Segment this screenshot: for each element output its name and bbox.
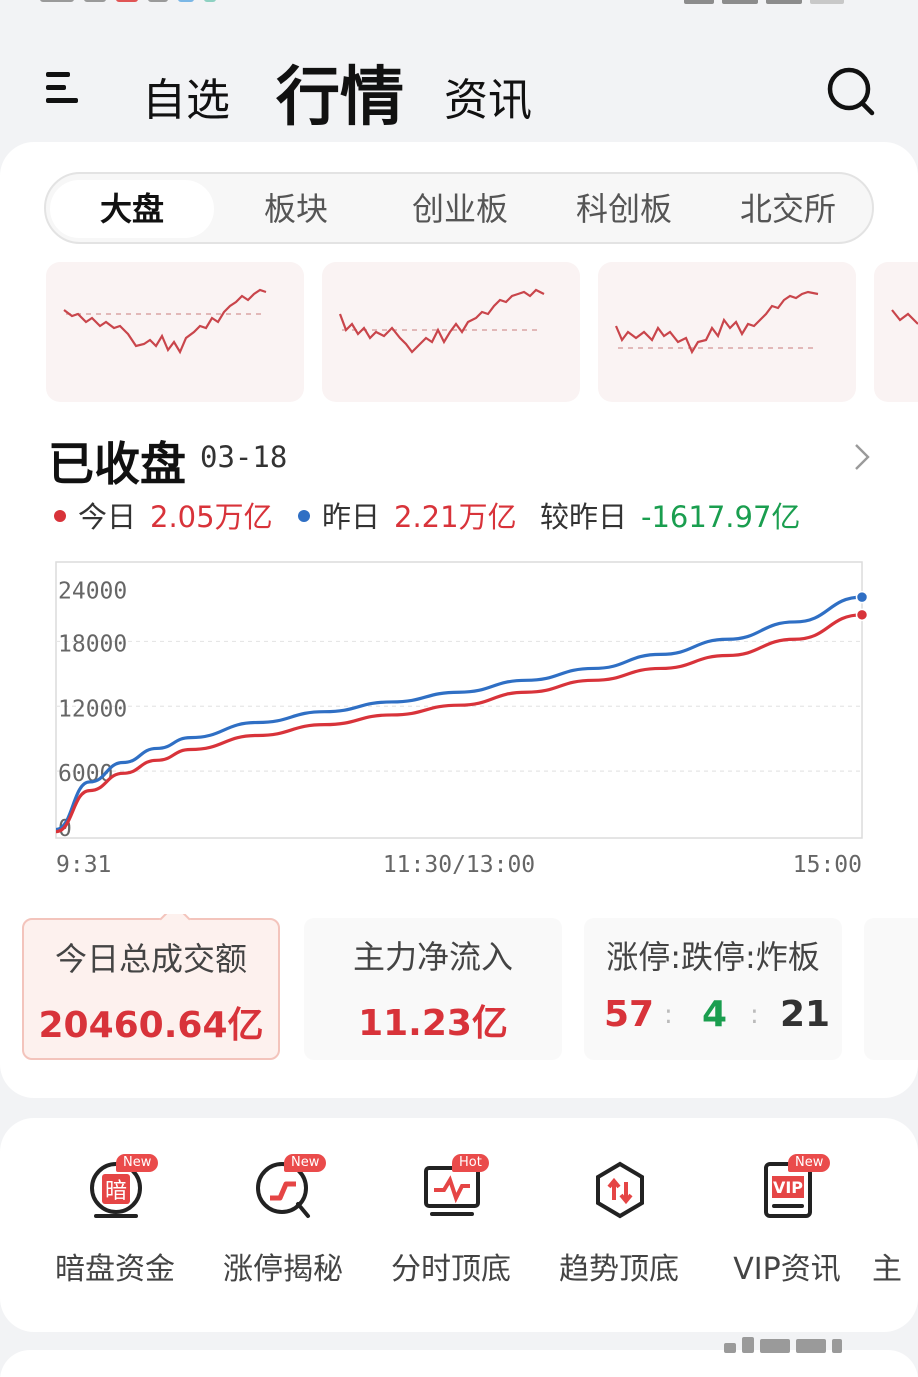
series-end-dot (855, 590, 869, 604)
broken-count: 21 (780, 994, 831, 1035)
nav-tab-market[interactable]: 行情 (276, 46, 404, 138)
tool-intraday[interactable]: Hot 分时顶底 (366, 1154, 536, 1308)
diff-value: -1617.97亿 (641, 500, 801, 534)
tool-badge: Hot (452, 1154, 489, 1172)
index-minicharts (0, 262, 918, 404)
mini-chart-line (891, 309, 918, 325)
tool-label: 主 (872, 1252, 902, 1287)
limit-up-count: 57 (604, 994, 655, 1035)
today-value: 2.05万亿 (150, 500, 273, 534)
legend-today: 今日 2.05万亿 (54, 494, 273, 536)
status-left (40, 0, 330, 6)
stat-net-inflow[interactable]: 主力净流入 11.23亿 (304, 918, 562, 1060)
segment-sector[interactable]: 板块 (214, 180, 378, 238)
svg-text:暗: 暗 (105, 1179, 127, 1204)
stats-row: 今日总成交额 20460.64亿 主力净流入 11.23亿 涨停:跌停:炸板 5… (0, 914, 918, 1064)
ratio-separator: : (664, 1000, 673, 1030)
segment-index[interactable]: 大盘 (50, 180, 214, 238)
trend-icon (596, 1161, 644, 1219)
tool-more[interactable]: 主 (872, 1158, 918, 1308)
stat-label: 涨停:跌停:炸板 (606, 938, 820, 976)
status-bar (0, 0, 918, 18)
limit-ratio: 57 : 4 : 21 (584, 994, 842, 1038)
next-card (0, 1350, 918, 1377)
nav-tab-news[interactable]: 资讯 (444, 64, 532, 128)
stat-more[interactable] (864, 918, 918, 1060)
x-tick-label: 15:00 (793, 852, 862, 878)
limit-down-count: 4 (702, 994, 728, 1035)
x-tick-label: 11:30/13:00 (383, 852, 535, 878)
tool-trend[interactable]: 趋势顶底 (534, 1158, 704, 1308)
legend-yesterday: 昨日 2.21万亿 (298, 494, 517, 536)
chevron-right-icon[interactable] (852, 442, 872, 472)
tool-badge: New (788, 1154, 831, 1172)
mini-chart-line (614, 290, 819, 355)
tool-label: VIP资讯 (733, 1252, 841, 1287)
stat-label: 主力净流入 (352, 938, 513, 976)
market-card: 大盘 板块 创业板 科创板 北交所 已收盘 03-18 今日 2.05万亿 昨日… (0, 142, 918, 1098)
tool-vip-news[interactable]: VIP New VIP资讯 (702, 1154, 872, 1308)
tool-badge: New (116, 1154, 159, 1172)
mini-chart[interactable] (322, 262, 580, 402)
segment-star[interactable]: 科创板 (542, 180, 706, 238)
ratio-separator: : (750, 1000, 759, 1030)
stat-value: 20460.64亿 (38, 1005, 264, 1046)
stat-limit-ratio[interactable]: 涨停:跌停:炸板 57 : 4 : 21 (584, 918, 842, 1060)
status-right (676, 0, 866, 4)
mini-chart[interactable] (598, 262, 856, 402)
x-tick-label: 9:31 (56, 852, 111, 878)
segment-control: 大盘 板块 创业板 科创板 北交所 (44, 172, 874, 244)
y-tick-label: 24000 (58, 579, 127, 605)
chart-frame (55, 561, 863, 839)
market-date: 03-18 (200, 440, 288, 474)
yesterday-value: 2.21万亿 (394, 500, 517, 534)
segment-bse[interactable]: 北交所 (706, 180, 870, 238)
turnover-chart[interactable]: 240001800012000600009:31 11:30/13:00 15:00 (0, 554, 918, 884)
tool-badge: New (284, 1154, 327, 1172)
segment-chinext[interactable]: 创业板 (378, 180, 542, 238)
svg-text:VIP: VIP (773, 1178, 803, 1197)
y-tick-label: 12000 (58, 696, 127, 722)
mini-chart[interactable] (874, 262, 918, 402)
top-nav: 自选 行情 资讯 (0, 40, 918, 140)
blue-dot-icon (298, 510, 310, 522)
search-icon[interactable] (826, 66, 876, 116)
mini-chart-line (63, 288, 267, 355)
status-overlay (718, 1334, 888, 1354)
tool-limit-up[interactable]: New 涨停揭秘 (198, 1154, 368, 1308)
mini-chart[interactable] (46, 262, 304, 402)
nav-tab-watchlist[interactable]: 自选 (142, 64, 230, 128)
y-tick-label: 18000 (58, 631, 127, 657)
mini-chart-line (338, 288, 545, 354)
market-status: 已收盘 (48, 437, 186, 491)
selected-pointer (159, 914, 191, 935)
menu-icon[interactable] (44, 68, 80, 108)
series-end-dot (855, 608, 869, 622)
stat-value: 11.23亿 (358, 1003, 508, 1044)
red-dot-icon (54, 510, 66, 522)
legend-diff: 较昨日 -1617.97亿 (540, 500, 801, 534)
tools-card: 暗 New 暗盘资金 New 涨停揭秘 Hot 分时顶底 趋势顶底 VIP Ne… (0, 1118, 918, 1332)
stat-turnover[interactable]: 今日总成交额 20460.64亿 (22, 914, 280, 1060)
stat-label: 今日总成交额 (54, 940, 247, 978)
tool-dark-pool[interactable]: 暗 New 暗盘资金 (30, 1154, 200, 1308)
